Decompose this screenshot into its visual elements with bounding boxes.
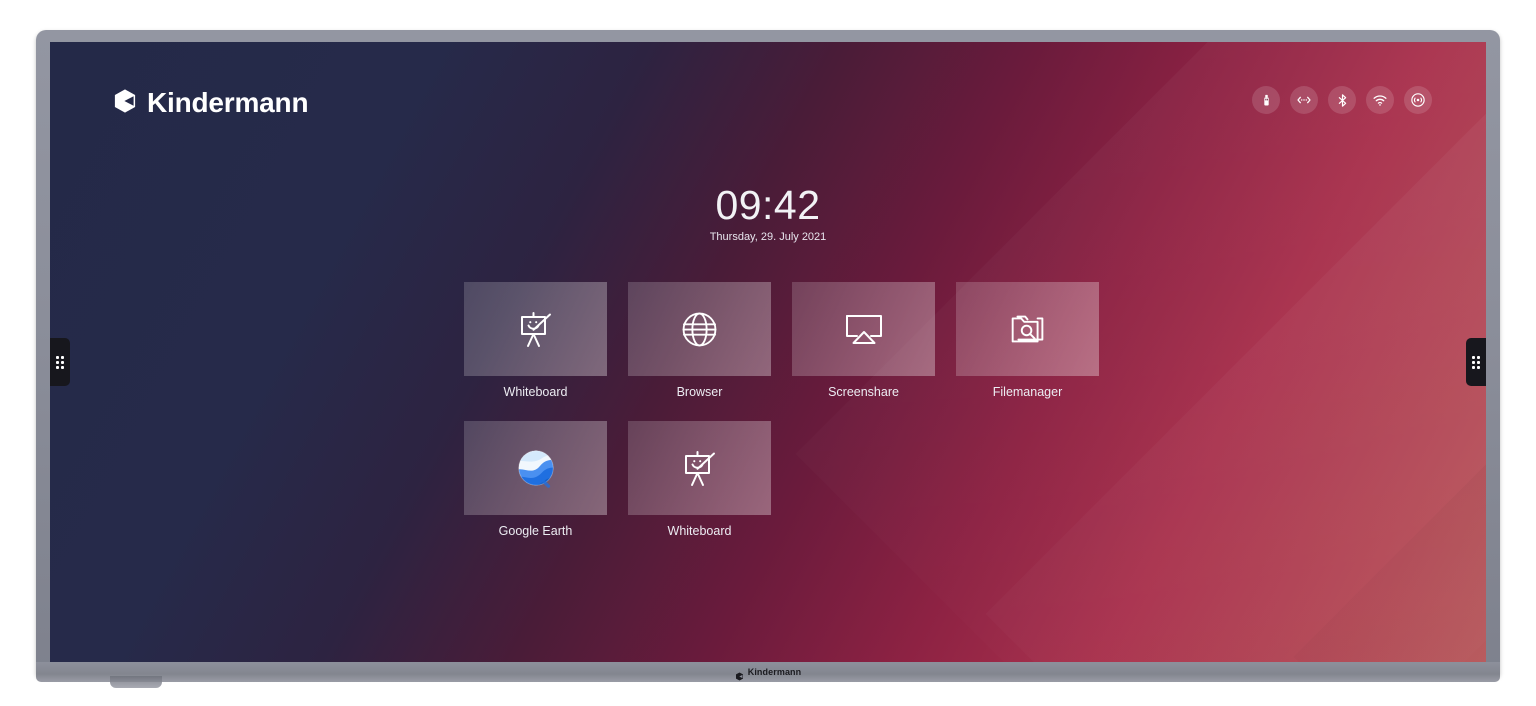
app-row: Google Earth Whiteboard <box>464 421 1124 538</box>
wifi-icon[interactable] <box>1366 86 1394 114</box>
app-label: Screenshare <box>828 385 899 399</box>
app-tile-filemanager[interactable]: Filemanager <box>956 282 1099 399</box>
right-pull-handle[interactable] <box>1466 338 1486 386</box>
cast-icon[interactable] <box>1404 86 1432 114</box>
clock-widget: 09:42 Thursday, 29. July 2021 <box>50 182 1486 244</box>
globe-icon <box>677 307 722 352</box>
brand-name: Kindermann <box>147 87 309 118</box>
app-tile-surface[interactable] <box>956 282 1099 376</box>
bottom-bezel: Kindermann <box>36 662 1500 682</box>
display-stand-foot <box>110 676 162 688</box>
status-icon-bar <box>1252 86 1432 114</box>
app-tile-whiteboard-2[interactable]: Whiteboard <box>628 421 771 538</box>
clock-time: 09:42 <box>715 182 821 228</box>
display-chassis: Kindermann 09:42 Thursday, 29. July 2021… <box>36 30 1500 676</box>
screenshare-airplay-icon <box>840 305 888 353</box>
folder-search-icon <box>1005 306 1051 352</box>
app-tile-screenshare[interactable]: Screenshare <box>792 282 935 399</box>
brand-logo: Kindermann <box>112 87 309 119</box>
app-tile-browser[interactable]: Browser <box>628 282 771 399</box>
bluetooth-icon[interactable] <box>1328 86 1356 114</box>
clock-date: Thursday, 29. July 2021 <box>709 231 827 244</box>
app-grid: Whiteboard Browser Screenshare Filemanag… <box>464 282 1124 560</box>
app-label: Filemanager <box>992 385 1063 399</box>
app-label: Browser <box>676 385 723 399</box>
left-pull-handle[interactable] <box>50 338 70 386</box>
app-tile-surface[interactable] <box>628 421 771 515</box>
app-label: Whiteboard <box>503 385 568 399</box>
app-label: Whiteboard <box>667 524 732 538</box>
app-row: Whiteboard Browser Screenshare Filemanag… <box>464 282 1124 399</box>
app-tile-surface[interactable] <box>628 282 771 376</box>
app-label: Google Earth <box>498 524 573 538</box>
google-earth-globe-icon <box>513 445 559 491</box>
bezel-brand-name: Kindermann <box>747 667 802 677</box>
dot-grid-icon <box>56 355 64 369</box>
kindermann-hexagon-logo-icon <box>735 668 744 681</box>
ethernet-icon[interactable] <box>1290 86 1318 114</box>
whiteboard-easel-icon <box>676 444 724 492</box>
app-tile-google-earth[interactable]: Google Earth <box>464 421 607 538</box>
app-tile-surface[interactable] <box>464 421 607 515</box>
app-tile-whiteboard[interactable]: Whiteboard <box>464 282 607 399</box>
kindermann-hexagon-logo-icon <box>112 88 138 119</box>
dot-grid-icon <box>1472 355 1480 369</box>
app-tile-surface[interactable] <box>792 282 935 376</box>
screen-surface: Kindermann 09:42 Thursday, 29. July 2021… <box>50 42 1486 664</box>
app-tile-surface[interactable] <box>464 282 607 376</box>
bezel-brand-logo: Kindermann <box>735 667 802 681</box>
whiteboard-easel-icon <box>512 305 560 353</box>
usb-icon[interactable] <box>1252 86 1280 114</box>
